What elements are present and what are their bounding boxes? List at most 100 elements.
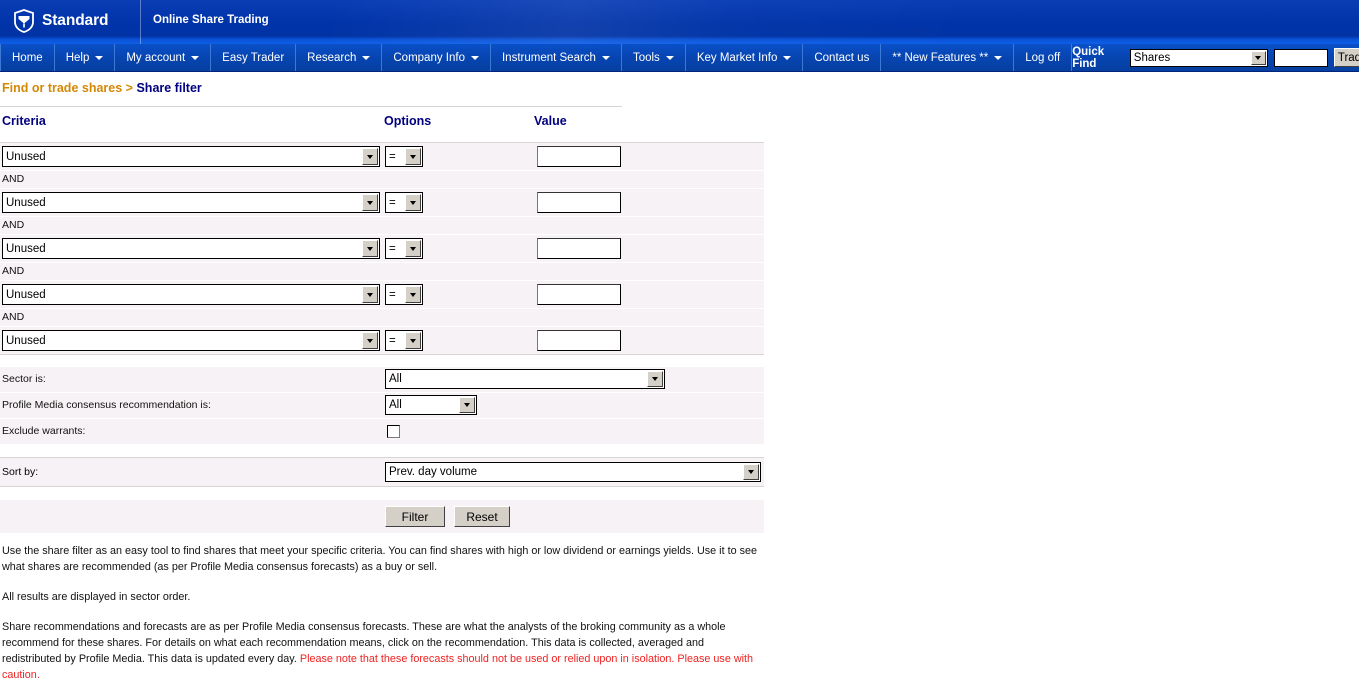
- nav-item-label: Key Market Info: [696, 51, 778, 64]
- chevron-down-icon[interactable]: [362, 194, 378, 211]
- chevron-down-icon[interactable]: [405, 240, 421, 257]
- criteria-select-4[interactable]: Unused: [2, 330, 380, 351]
- shield-icon: [14, 9, 34, 33]
- nav-item-label: My account: [126, 51, 186, 64]
- nav-item-label: Instrument Search: [501, 51, 596, 64]
- nav-item-instrument-search[interactable]: Instrument Search: [491, 44, 622, 71]
- chevron-down-icon[interactable]: [459, 397, 475, 413]
- breadcrumb-parent-link[interactable]: Find or trade shares: [2, 81, 122, 95]
- exclude-warrants-row: Exclude warrants:: [0, 419, 764, 445]
- nav-item-new-features[interactable]: ** New Features **: [881, 44, 1015, 71]
- chevron-down-icon: [95, 55, 104, 60]
- help-paragraph-3: Share recommendations and forecasts are …: [2, 619, 764, 678]
- operator-select-value: =: [389, 242, 396, 255]
- quick-find-select[interactable]: Shares: [1129, 48, 1268, 67]
- help-paragraph-2: All results are displayed in sector orde…: [2, 591, 191, 603]
- criteria-select-value: Unused: [6, 334, 46, 347]
- sector-select[interactable]: All: [385, 369, 665, 389]
- operator-select-value: =: [389, 196, 396, 209]
- criteria-row: Unused =: [0, 189, 764, 216]
- criteria-select-3[interactable]: Unused: [2, 284, 380, 305]
- sector-row: Sector is: All: [0, 367, 764, 393]
- chevron-down-icon[interactable]: [362, 286, 378, 303]
- nav-item-research[interactable]: Research: [296, 44, 383, 71]
- help-paragraph-1: Use the share filter as an easy tool to …: [2, 545, 757, 573]
- operator-select-1[interactable]: =: [385, 192, 423, 213]
- chevron-down-icon[interactable]: [362, 148, 378, 165]
- criteria-select-2[interactable]: Unused: [2, 238, 380, 259]
- chevron-down-icon: [783, 55, 792, 60]
- nav-item-label: Contact us: [814, 51, 870, 64]
- breadcrumb-separator: >: [125, 81, 133, 95]
- nav-item-key-market-info[interactable]: Key Market Info: [686, 44, 804, 71]
- nav-item-home[interactable]: Home: [0, 44, 55, 71]
- nav-item-label: Help: [65, 51, 90, 64]
- header-sheen: [330, 0, 970, 44]
- conjunction-label: AND: [2, 311, 25, 323]
- nav-item-my-account[interactable]: My account: [115, 44, 212, 71]
- chevron-down-icon[interactable]: [1250, 50, 1266, 65]
- exclude-warrants-checkbox[interactable]: [387, 425, 400, 438]
- value-input-1[interactable]: [537, 192, 621, 213]
- conjunction-label: AND: [2, 265, 25, 277]
- chevron-down-icon[interactable]: [405, 332, 421, 349]
- quick-find-label: Quick Find: [1072, 45, 1105, 70]
- buttons-gap: [0, 487, 764, 499]
- nav-item-label: Easy Trader: [222, 51, 285, 64]
- criteria-select-value: Unused: [6, 150, 46, 163]
- chevron-down-icon[interactable]: [362, 240, 378, 257]
- nav-item-help[interactable]: Help: [55, 44, 116, 71]
- chevron-down-icon[interactable]: [362, 332, 378, 349]
- action-buttons: Filter Reset: [0, 499, 764, 533]
- sort-select[interactable]: Prev. day volume: [385, 462, 761, 482]
- brand-name: Standard: [42, 12, 109, 30]
- criteria-select-0[interactable]: Unused: [2, 146, 380, 167]
- chevron-down-icon[interactable]: [405, 286, 421, 303]
- nav-item-label: Company Info: [393, 51, 465, 64]
- quick-find-input[interactable]: [1273, 48, 1328, 67]
- header-divider: [140, 0, 141, 44]
- column-headers: Criteria Options Value: [0, 114, 764, 142]
- nav-item-contact-us[interactable]: Contact us: [803, 44, 882, 71]
- column-header-options: Options: [384, 114, 432, 128]
- criteria-select-value: Unused: [6, 288, 46, 301]
- filter-button[interactable]: Filter: [385, 506, 445, 527]
- criteria-select-1[interactable]: Unused: [2, 192, 380, 213]
- chevron-down-icon[interactable]: [405, 148, 421, 165]
- trade-button[interactable]: Trade: [1333, 48, 1359, 67]
- nav-item-label: Home: [12, 51, 43, 64]
- nav-item-label: ** New Features **: [892, 51, 989, 64]
- operator-select-3[interactable]: =: [385, 284, 423, 305]
- operator-select-value: =: [389, 150, 396, 163]
- reset-button[interactable]: Reset: [454, 506, 510, 527]
- sort-label: Sort by:: [2, 466, 39, 478]
- recommendation-select-value: All: [389, 399, 402, 411]
- criteria-row: Unused =: [0, 281, 764, 308]
- header-subtitle: Online Share Trading: [153, 14, 269, 26]
- chevron-down-icon[interactable]: [743, 464, 759, 480]
- conjunction-row: AND: [0, 308, 764, 327]
- operator-select-value: =: [389, 334, 396, 347]
- nav-item-company-info[interactable]: Company Info: [382, 44, 491, 71]
- sort-select-value: Prev. day volume: [389, 466, 477, 478]
- sector-select-value: All: [389, 373, 402, 385]
- value-input-0[interactable]: [537, 146, 621, 167]
- help-text: Use the share filter as an easy tool to …: [0, 533, 764, 678]
- nav-item-tools[interactable]: Tools: [622, 44, 686, 71]
- page-root: Standard Online Share Trading Home Help My…: [0, 0, 1359, 678]
- nav-item-easy-trader[interactable]: Easy Trader: [211, 44, 297, 71]
- breadcrumb-current: Share filter: [136, 81, 202, 95]
- operator-select-0[interactable]: =: [385, 146, 423, 167]
- value-input-3[interactable]: [537, 284, 621, 305]
- conjunction-row: AND: [0, 170, 764, 189]
- operator-select-2[interactable]: =: [385, 238, 423, 259]
- operator-select-4[interactable]: =: [385, 330, 423, 351]
- nav-item-log-off[interactable]: Log off: [1014, 44, 1073, 71]
- column-header-value: Value: [534, 114, 567, 128]
- value-input-2[interactable]: [537, 238, 621, 259]
- chevron-down-icon[interactable]: [405, 194, 421, 211]
- recommendation-select[interactable]: All: [385, 395, 477, 415]
- value-input-4[interactable]: [537, 330, 621, 351]
- column-header-criteria: Criteria: [2, 114, 46, 128]
- chevron-down-icon[interactable]: [647, 371, 663, 387]
